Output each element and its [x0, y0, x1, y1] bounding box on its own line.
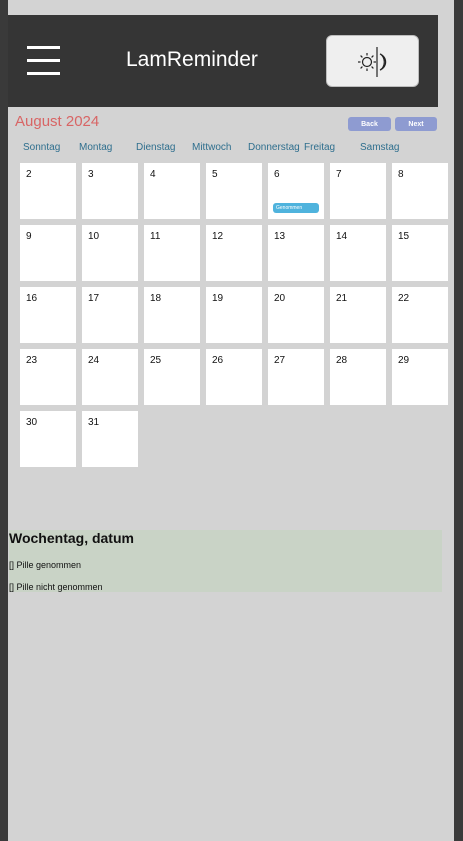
calendar-day[interactable]: 25	[144, 349, 200, 405]
day-number: 5	[212, 169, 218, 180]
hamburger-menu-icon[interactable]	[27, 46, 60, 76]
day-number: 12	[212, 231, 224, 242]
day-number: 8	[398, 169, 404, 180]
weekday-wednesday: Mittwoch	[192, 142, 232, 153]
theme-toggle-button[interactable]	[326, 35, 419, 87]
day-number: 13	[274, 231, 286, 242]
calendar-day[interactable]: 10	[82, 225, 138, 281]
day-number: 23	[26, 355, 38, 366]
day-number: 4	[150, 169, 156, 180]
day-number: 9	[26, 231, 32, 242]
app-title: LamReminder	[126, 48, 258, 71]
day-number: 6	[274, 169, 280, 180]
event-badge[interactable]: Genommen	[273, 203, 319, 213]
day-number: 2	[26, 169, 32, 180]
day-number: 29	[398, 355, 410, 366]
weekday-friday: Freitag	[304, 142, 336, 153]
calendar-day[interactable]: 18	[144, 287, 200, 343]
calendar-day[interactable]: 23	[20, 349, 76, 405]
day-number: 21	[336, 293, 348, 304]
calendar-day[interactable]: 20	[268, 287, 324, 343]
weekday-tuesday: Dienstag	[136, 142, 176, 153]
day-number: 3	[88, 169, 94, 180]
weekday-monday: Montag	[79, 142, 113, 153]
day-number: 20	[274, 293, 286, 304]
calendar-day[interactable]: 15	[392, 225, 448, 281]
day-number: 18	[150, 293, 162, 304]
day-number: 24	[88, 355, 100, 366]
app-header: LamReminder	[8, 15, 438, 107]
calendar-day[interactable]: 26	[206, 349, 262, 405]
day-number: 27	[274, 355, 286, 366]
calendar-day[interactable]: 9	[20, 225, 76, 281]
calendar-day[interactable]: 7	[330, 163, 386, 219]
calendar-day[interactable]: 4	[144, 163, 200, 219]
next-button[interactable]: Next	[395, 117, 437, 131]
calendar-day[interactable]: 3	[82, 163, 138, 219]
sun-moon-toggle-icon	[358, 47, 387, 77]
day-number: 16	[26, 293, 38, 304]
day-number: 22	[398, 293, 410, 304]
day-number: 30	[26, 417, 38, 428]
weekday-thursday: Donnerstag	[248, 142, 300, 153]
day-detail-panel: Wochentag, datum [] Pille genommen [] Pi…	[9, 530, 442, 592]
day-number: 26	[212, 355, 224, 366]
day-number: 14	[336, 231, 348, 242]
day-number: 7	[336, 169, 342, 180]
day-number: 31	[88, 417, 100, 428]
calendar-day[interactable]: 5	[206, 163, 262, 219]
day-number: 28	[336, 355, 348, 366]
calendar-day[interactable]: 28	[330, 349, 386, 405]
month-title: August 2024	[15, 113, 100, 130]
calendar-day[interactable]: 8	[392, 163, 448, 219]
day-number: 11	[150, 231, 161, 242]
day-number: 15	[398, 231, 410, 242]
pill-not-taken-option[interactable]: [] Pille nicht genommen	[9, 582, 103, 592]
weekday-sunday: Sonntag	[23, 142, 61, 153]
calendar-day[interactable]: 13	[268, 225, 324, 281]
day-number: 19	[212, 293, 224, 304]
calendar-day[interactable]: 31	[82, 411, 138, 467]
calendar-day[interactable]: 16	[20, 287, 76, 343]
detail-title: Wochentag, datum	[9, 530, 134, 546]
day-number: 17	[88, 293, 100, 304]
calendar-day[interactable]: 22	[392, 287, 448, 343]
calendar-day[interactable]: 2	[20, 163, 76, 219]
calendar-day[interactable]: 11	[144, 225, 200, 281]
calendar-day[interactable]: 17	[82, 287, 138, 343]
back-button[interactable]: Back	[348, 117, 391, 131]
calendar-day[interactable]: 6 Genommen	[268, 163, 324, 219]
weekday-saturday: Samstag	[360, 142, 400, 153]
calendar-day[interactable]: 27	[268, 349, 324, 405]
calendar-day[interactable]: 29	[392, 349, 448, 405]
calendar-day[interactable]: 12	[206, 225, 262, 281]
day-number: 10	[88, 231, 100, 242]
calendar-day[interactable]: 14	[330, 225, 386, 281]
pill-taken-option[interactable]: [] Pille genommen	[9, 560, 81, 570]
calendar-day[interactable]: 24	[82, 349, 138, 405]
day-number: 25	[150, 355, 162, 366]
calendar-day[interactable]: 21	[330, 287, 386, 343]
calendar-day[interactable]: 19	[206, 287, 262, 343]
calendar-day[interactable]: 30	[20, 411, 76, 467]
